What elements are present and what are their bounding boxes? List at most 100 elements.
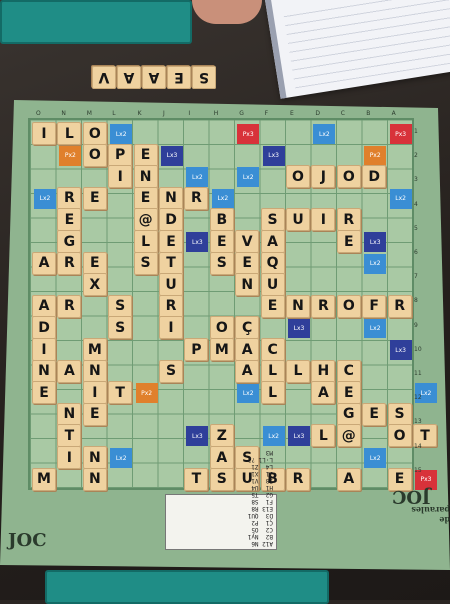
row-label: 4 <box>414 200 418 208</box>
letter-tile: A <box>260 230 285 253</box>
letter-tile: R <box>336 208 361 232</box>
bonus-square-lx3: Lx3 <box>186 232 209 252</box>
letter-tile: A <box>336 467 361 491</box>
bonus-square-lx3: Lx3 <box>364 232 387 252</box>
loose-letter-tile: A <box>117 66 141 89</box>
letter-tile: A <box>235 359 260 383</box>
letter-tile: I <box>57 446 82 469</box>
loose-letter-tile: A <box>142 66 166 89</box>
letter-tile: U <box>159 273 183 297</box>
row-label: 3 <box>414 176 418 184</box>
letter-tile: N <box>133 165 158 189</box>
letter-tile: J <box>311 165 336 189</box>
letter-tile: O <box>387 424 412 448</box>
letter-tile: R <box>57 294 82 318</box>
letter-tile: E <box>159 230 183 253</box>
letter-tile: A <box>209 446 234 469</box>
letter-tile: E <box>57 208 82 232</box>
letter-tile: Ç <box>235 316 260 340</box>
letter-tile: S <box>159 359 183 383</box>
letter-tile: R <box>57 251 82 275</box>
bonus-square-lx2: Lx2 <box>237 383 260 404</box>
letter-tile: N <box>57 402 82 426</box>
letter-tile: D <box>32 316 56 340</box>
letter-tile: N <box>82 467 107 491</box>
letter-tile: O <box>336 294 361 318</box>
letter-tile: E <box>336 230 361 253</box>
row-label: 10 <box>414 345 422 353</box>
letter-tile: N <box>286 294 310 318</box>
letter-tile: E <box>336 381 361 405</box>
bonus-square-lx2: Lx2 <box>313 124 336 144</box>
letter-tile: O <box>82 143 107 167</box>
letter-tile: M <box>209 338 234 361</box>
bonus-square-lx3: Lx3 <box>288 318 310 339</box>
loose-word-tiles: SEAAV <box>92 66 216 89</box>
bonus-square-lx2: Lx2 <box>110 448 133 468</box>
bonus-square-lx2: Lx2 <box>389 188 412 209</box>
letter-tile: @ <box>133 208 158 232</box>
letter-tile: C <box>336 359 361 383</box>
letter-tile: S <box>108 316 133 340</box>
letter-tile: L <box>133 230 158 253</box>
tile-rack-bottom <box>45 570 329 604</box>
letter-tile: X <box>82 273 107 297</box>
bonus-square-lx3: Lx3 <box>262 145 285 166</box>
bonus-square-lx2: Lx2 <box>262 426 285 447</box>
letter-tile: S <box>133 251 158 275</box>
bonus-square-lx2: Lx2 <box>364 253 387 274</box>
letter-tile: I <box>311 208 336 232</box>
bonus-square-lx3: Lx3 <box>186 426 209 447</box>
bonus-square-lx2: Lx2 <box>110 124 133 144</box>
letter-tile: A <box>311 381 336 405</box>
letter-tile: B <box>209 208 234 232</box>
letter-tile: U <box>260 273 285 297</box>
row-label: 7 <box>414 273 418 281</box>
row-label: 9 <box>414 321 418 329</box>
letter-tile: N <box>159 186 183 210</box>
letter-tile: L <box>57 122 82 145</box>
letter-tile: V <box>235 230 260 253</box>
bonus-square-lx3: Lx3 <box>389 340 412 360</box>
letter-tile: H <box>311 359 336 383</box>
letter-tile: P <box>184 338 209 361</box>
letter-tile: E <box>362 402 387 426</box>
bonus-square-px3: Px3 <box>237 124 260 144</box>
brand-name-bottom: JOC <box>8 530 47 551</box>
letter-tile: A <box>235 338 260 361</box>
letter-tile: L <box>286 359 310 383</box>
letter-tile: R <box>311 294 336 318</box>
letter-tile: A <box>32 251 56 275</box>
bonus-square-lx2: Lx2 <box>364 448 387 468</box>
column-label: A <box>391 110 396 117</box>
column-label: C <box>340 110 345 117</box>
letter-tile: N <box>32 359 56 383</box>
bonus-square-lx2: Lx2 <box>34 188 56 209</box>
letter-tile: E <box>209 230 234 253</box>
letter-tile: Q <box>260 251 285 275</box>
bonus-square-px2: Px2 <box>364 145 387 166</box>
letter-tile: S <box>108 294 133 318</box>
letter-distribution-legend: A12 N6 B2 Ny1 C2 O5 Ç1 P2 D3 QU1 E13 R8 … <box>165 449 277 550</box>
bonus-square-lx2: Lx2 <box>211 188 234 209</box>
letter-tile: I <box>108 165 133 189</box>
loose-letter-tile: V <box>92 66 116 89</box>
row-label: 1 <box>414 128 418 135</box>
letter-tile: L <box>311 424 336 448</box>
letter-tile: R <box>159 294 183 318</box>
letter-tile: F <box>362 294 387 318</box>
row-label: 12 <box>414 394 422 402</box>
tile-rack-top <box>0 0 192 44</box>
column-label: N <box>61 110 66 117</box>
letter-tile: P <box>108 143 133 167</box>
letter-tile: N <box>82 359 107 383</box>
column-label: G <box>239 110 244 117</box>
letter-tile: N <box>235 273 260 297</box>
letter-tile: I <box>32 122 56 145</box>
letter-tile: D <box>362 165 387 189</box>
letter-tile: R <box>286 467 310 491</box>
column-label: F <box>264 110 269 117</box>
letter-tile: E <box>260 294 285 318</box>
row-label: 13 <box>414 418 422 426</box>
column-label: H <box>213 110 219 117</box>
